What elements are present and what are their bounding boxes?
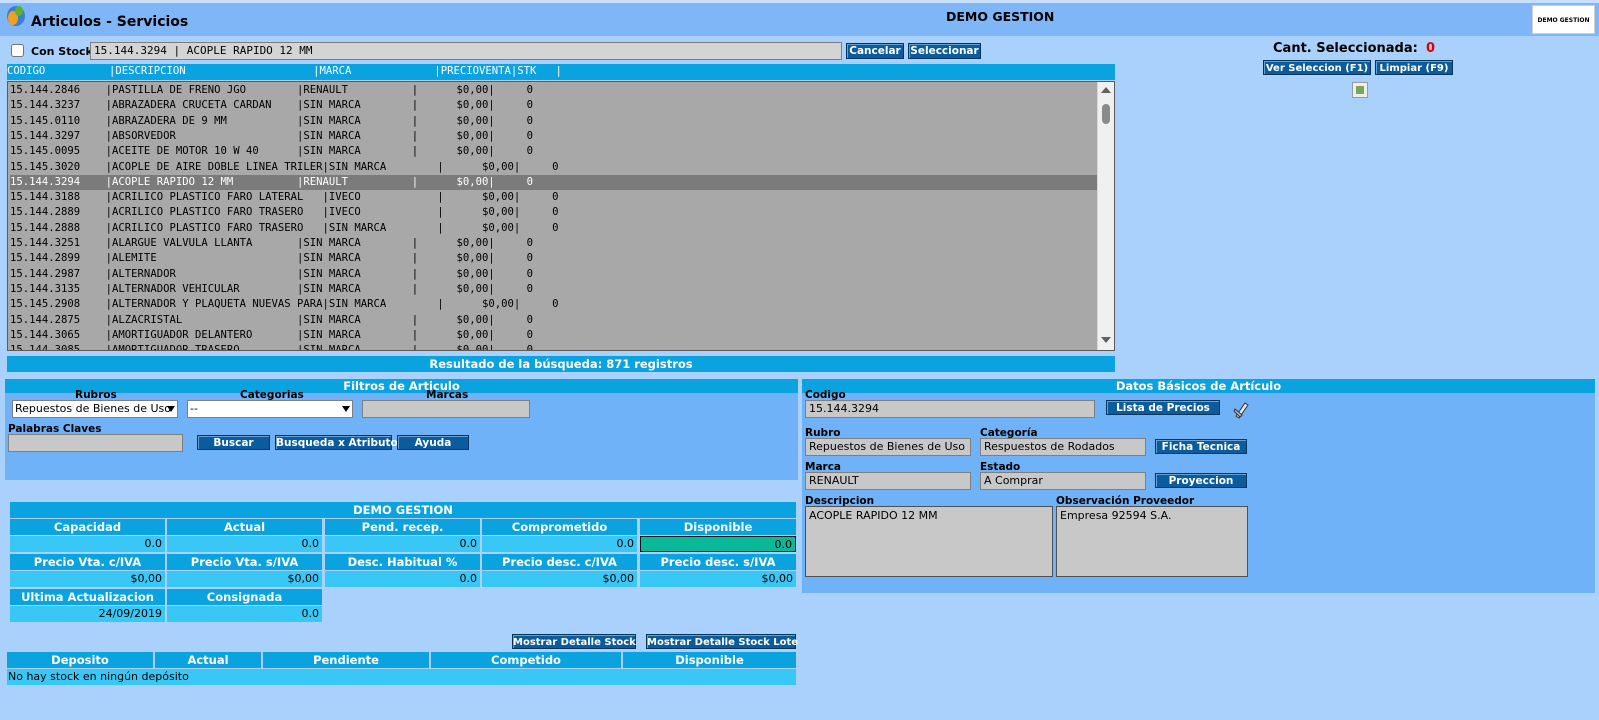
select-button[interactable]: Seleccionar [908,43,981,59]
list-item[interactable]: 15.144.3065 |AMORTIGUADOR DELANTERO |SIN… [10,328,1099,343]
list-item[interactable]: 15.144.3135 |ALTERNADOR VEHICULAR |SIN M… [10,282,1099,297]
list-item[interactable]: 15.145.3020 |ACOPLE DE AIRE DOBLE LINEA … [10,160,1099,175]
lista-precios-button[interactable]: Lista de Precios [1106,400,1220,415]
categorias-select[interactable]: -- [187,400,353,418]
list-item[interactable]: 15.144.3297 |ABSORVEDOR |SIN MARCA | $0,… [10,129,1099,144]
edit-tools-icon[interactable] [1233,400,1251,420]
palabras-claves-input[interactable] [8,434,183,452]
list-item[interactable]: 15.144.3294 |ACOPLE RAPIDO 12 MM |RENAUL… [10,174,1099,190]
buscar-button[interactable]: Buscar [197,435,270,450]
list-item[interactable]: 15.144.2846 |PASTILLA DE FRENO JGO |RENA… [10,83,1099,98]
result-count: Resultado de la búsqueda: 871 registros [7,356,1115,372]
deposito-header-pendiente: Pendiente [263,652,429,668]
filters-panel: Filtros de Articulo Rubros Repuestos de … [5,379,798,480]
article-list[interactable]: 15.144.2846 |PASTILLA DE FRENO JGO |RENA… [7,81,1115,351]
list-item[interactable]: 15.144.3237 |ABRAZADERA CRUCETA CARDAN |… [10,98,1099,113]
list-item[interactable]: 15.144.2899 |ALEMITE |SIN MARCA | $0,00|… [10,251,1099,266]
mostrar-detalle-stock-button[interactable]: Mostrar Detalle Stock [512,634,636,649]
filters-title: Filtros de Articulo [5,379,798,393]
list-item[interactable]: 15.144.2888 |ACRILICO PLASTICO FARO TRAS… [10,221,1099,236]
list-column-header: CODIGO |DESCRIPCION |MARCA |PRECIOVENTA|… [7,64,1115,80]
deposito-header-disponible: Disponible [623,652,796,668]
stock-value-disponible: 0.0 [640,536,796,552]
consignada-header: Consignada [167,589,322,605]
price-value-desc-siva: $0,00 [640,571,796,587]
price-value-vta-civa: $0,00 [10,571,165,587]
con-stock-label: Con Stock [31,45,93,58]
mostrar-detalle-stock-lote-button[interactable]: Mostrar Detalle Stock Lote [646,634,798,649]
categoria-field[interactable]: Respuestos de Rodados [980,438,1146,456]
ultima-actualizacion-header: Ultima Actualizacion [10,589,165,605]
clear-selection-button[interactable]: Limpiar (F9) [1375,60,1453,75]
price-value-vta-siva: $0,00 [167,571,322,587]
stock-header-disponible: Disponible [640,519,796,535]
deposito-empty-message: No hay stock en ningún depósito [7,669,796,685]
price-header-vta-siva: Precio Vta. s/IVA [167,554,322,570]
list-item[interactable]: 15.145.0095 |ACEITE DE MOTOR 10 W 40 |SI… [10,144,1099,159]
app-logo-icon [7,6,25,26]
list-item[interactable]: 15.144.2875 |ALZACRISTAL |SIN MARCA | $0… [10,313,1099,328]
list-item[interactable]: 15.144.2987 |ALTERNADOR |SIN MARCA | $0,… [10,267,1099,282]
stock-value-actual: 0.0 [167,536,322,552]
deposito-header-competido: Competido [431,652,621,668]
stock-title: DEMO GESTION [10,502,796,518]
ultima-actualizacion-value: 24/09/2019 [10,606,165,622]
list-item[interactable]: 15.145.2908 |ALTERNADOR Y PLAQUETA NUEVA… [10,297,1099,312]
marcas-input[interactable] [362,400,530,418]
selected-count-value: 0 [1426,41,1436,56]
price-header-vta-civa: Precio Vta. c/IVA [10,554,165,570]
article-basic-data-panel: Datos Básicos de Artículo Codigo 15.144.… [802,379,1595,593]
view-selection-button[interactable]: Ver Seleccion (F1) [1263,60,1371,75]
list-item[interactable]: 15.144.3188 |ACRILICO PLASTICO FARO LATE… [10,190,1099,205]
rubros-select-value: Repuestos de Bienes de Uso [15,402,171,415]
deposito-header-deposito: Deposito [7,652,153,668]
deposito-header-actual: Actual [155,652,261,668]
stock-header-actual: Actual [167,519,322,535]
scroll-up-arrow-icon[interactable] [1101,87,1111,93]
cancel-button[interactable]: Cancelar [846,43,904,59]
chevron-down-icon [167,406,175,412]
consignada-value: 0.0 [167,606,322,622]
con-stock-checkbox[interactable] [11,44,24,57]
descripcion-textarea[interactable]: ACOPLE RAPIDO 12 MM [805,506,1053,577]
chevron-down-icon [342,406,350,412]
estado-field[interactable]: A Comprar [980,472,1146,490]
article-data-title: Datos Básicos de Artículo [802,379,1595,393]
list-item[interactable]: 15.145.0110 |ABRAZADERA DE 9 MM |SIN MAR… [10,114,1099,129]
scroll-down-arrow-icon[interactable] [1101,337,1111,343]
selected-count-label: Cant. Seleccionada: [1273,41,1418,56]
codigo-field[interactable]: 15.144.3294 [805,400,1095,418]
marca-field[interactable]: RENAULT [805,472,971,490]
price-header-desc-habitual: Desc. Habitual % [325,554,480,570]
list-item[interactable]: 15.144.3251 |ALARGUE VALVULA LLANTA |SIN… [10,236,1099,251]
scroll-thumb[interactable] [1102,104,1110,124]
stock-value-capacidad: 0.0 [10,536,165,552]
observacion-proveedor-textarea[interactable]: Empresa 92594 S.A. [1056,506,1248,577]
stock-value-comprometido: 0.0 [482,536,637,552]
brand-logo: DEMO GESTION [1532,5,1595,34]
rubro-field[interactable]: Repuestos de Bienes de Uso [805,438,971,456]
stock-header-pend-recep: Pend. recep. [325,519,480,535]
proyeccion-button[interactable]: Proyeccion [1155,473,1247,488]
company-name: DEMO GESTION [946,9,1055,24]
broken-image-icon [1352,82,1368,98]
top-bar [0,0,1599,36]
list-item[interactable]: 15.144.2889 |ACRILICO PLASTICO FARO TRAS… [10,205,1099,220]
stock-header-comprometido: Comprometido [482,519,637,535]
list-item[interactable]: 15.144.3085 |AMORTIGUADOR TRASERO |SIN M… [10,343,1099,350]
busqueda-atributo-button[interactable]: Busqueda x Atributo [275,435,398,450]
stock-header-capacidad: Capacidad [10,519,165,535]
categorias-select-value: -- [190,402,198,415]
price-value-desc-habitual: 0.0 [325,571,480,587]
stock-value-pend-recep: 0.0 [325,536,480,552]
ayuda-button[interactable]: Ayuda [397,435,469,450]
price-header-desc-civa: Precio desc. c/IVA [482,554,637,570]
search-input[interactable]: 15.144.3294 | ACOPLE RAPIDO 12 MM [90,42,842,60]
ficha-tecnica-button[interactable]: Ficha Tecnica [1155,439,1247,454]
list-scrollbar[interactable] [1097,82,1114,350]
price-value-desc-civa: $0,00 [482,571,637,587]
price-header-desc-siva: Precio desc. s/IVA [640,554,796,570]
rubros-select[interactable]: Repuestos de Bienes de Uso [12,400,178,418]
window-title: Articulos - Servicios [31,14,189,30]
